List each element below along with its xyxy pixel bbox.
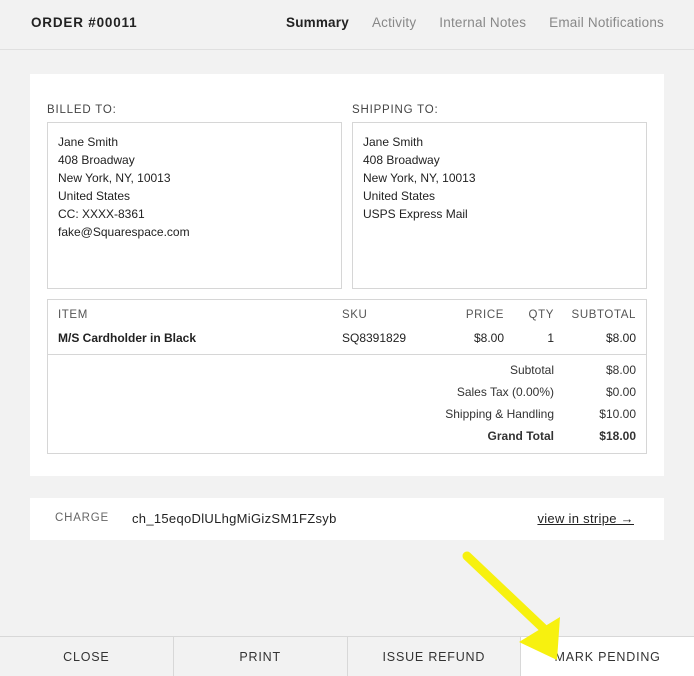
issue-refund-button[interactable]: ISSUE REFUND — [348, 637, 522, 676]
billing-line: New York, NY, 10013 — [58, 171, 171, 185]
col-header-subtotal: SUBTOTAL — [571, 309, 636, 321]
tab-summary[interactable]: Summary — [286, 15, 349, 30]
col-header-sku: SKU — [342, 309, 368, 321]
shipping-line: 408 Broadway — [363, 153, 440, 167]
view-in-stripe-link[interactable]: view in stripe → — [537, 511, 634, 526]
shipping-line: USPS Express Mail — [363, 207, 468, 221]
charge-id: ch_15eqoDlULhgMiGizSM1FZsyb — [132, 511, 337, 526]
shipping-line: Jane Smith — [363, 135, 424, 149]
billing-line: CC: XXXX-8361 — [58, 207, 145, 221]
tab-activity[interactable]: Activity — [372, 15, 416, 30]
table-row: M/S Cardholder in Black SQ8391829 $8.00 … — [48, 331, 646, 349]
billing-address-box: Jane Smith 408 Broadway New York, NY, 10… — [47, 122, 342, 289]
billed-to-label: BILLED TO: — [47, 104, 117, 116]
shipping-address-box: Jane Smith 408 Broadway New York, NY, 10… — [352, 122, 647, 289]
col-header-price: PRICE — [465, 309, 504, 321]
order-summary-card: BILLED TO: Jane Smith 408 Broadway New Y… — [30, 74, 664, 476]
order-tabs: Summary Activity Internal Notes Email No… — [286, 15, 664, 30]
charge-label: CHARGE — [55, 512, 110, 524]
billing-line: fake@Squarespace.com — [58, 225, 190, 239]
shipping-to-label: SHIPPING TO: — [352, 104, 439, 116]
items-divider — [48, 354, 646, 355]
shipping-line: United States — [363, 189, 436, 203]
close-button[interactable]: CLOSE — [0, 637, 174, 676]
item-qty: 1 — [547, 331, 554, 345]
items-table: ITEM SKU PRICE QTY SUBTOTAL M/S Cardhold… — [47, 299, 647, 454]
totals-label: Grand Total — [487, 429, 554, 443]
totals-value: $18.00 — [599, 429, 636, 443]
totals-value: $0.00 — [605, 385, 636, 399]
col-header-item: ITEM — [58, 309, 88, 321]
tab-email-notifications[interactable]: Email Notifications — [549, 15, 664, 30]
billing-line: Jane Smith — [58, 135, 119, 149]
charge-card: CHARGE ch_15eqoDlULhgMiGizSM1FZsyb view … — [30, 498, 664, 540]
col-header-qty: QTY — [528, 309, 554, 321]
billing-line: United States — [58, 189, 131, 203]
tab-internal-notes[interactable]: Internal Notes — [439, 15, 526, 30]
totals-value: $10.00 — [599, 407, 636, 421]
shipping-line: New York, NY, 10013 — [363, 171, 476, 185]
totals-label: Sales Tax (0.00%) — [456, 385, 554, 399]
totals-label: Subtotal — [509, 363, 554, 377]
billing-line: 408 Broadway — [58, 153, 135, 167]
totals-value: $8.00 — [605, 363, 636, 377]
item-price: $8.00 — [473, 331, 504, 345]
item-subtotal: $8.00 — [605, 331, 636, 345]
items-header-row: ITEM SKU PRICE QTY SUBTOTAL — [48, 309, 646, 327]
totals-label: Shipping & Handling — [445, 407, 554, 421]
footer-actions: CLOSE PRINT ISSUE REFUND MARK PENDING — [0, 636, 694, 676]
item-name: M/S Cardholder in Black — [58, 331, 197, 345]
order-title: ORDER #00011 — [31, 15, 138, 30]
order-header: ORDER #00011 Summary Activity Internal N… — [0, 0, 694, 50]
item-sku: SQ8391829 — [342, 331, 407, 345]
mark-pending-button[interactable]: MARK PENDING — [521, 637, 694, 676]
print-button[interactable]: PRINT — [174, 637, 348, 676]
